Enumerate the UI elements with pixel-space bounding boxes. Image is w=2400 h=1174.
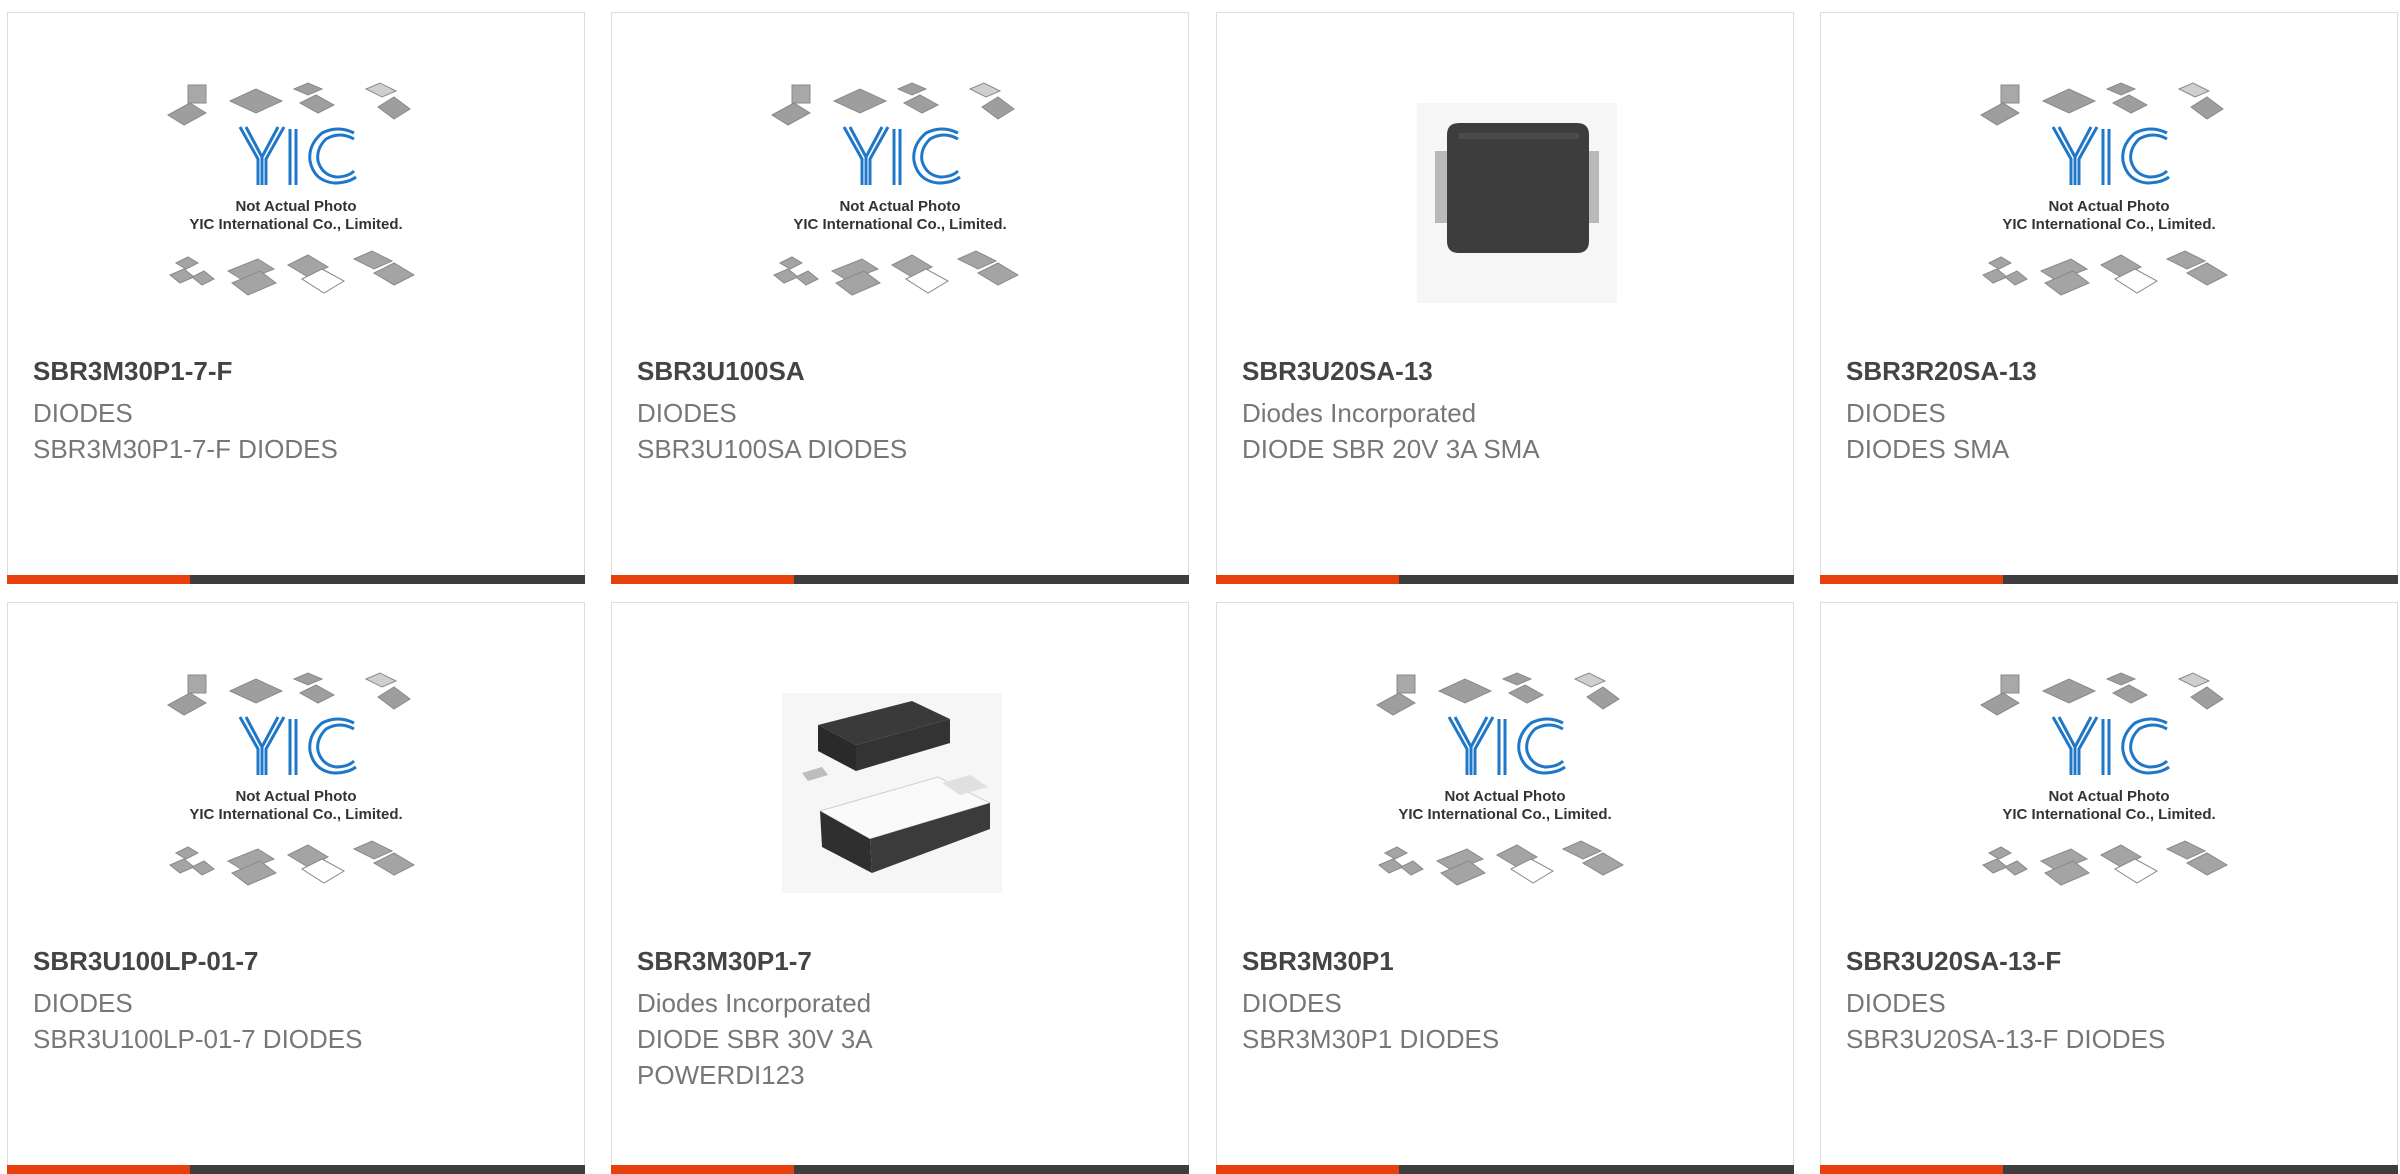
sma-package-icon[interactable] — [1367, 73, 1643, 358]
svg-text:Not Actual Photo: Not Actual Photo — [2048, 198, 2169, 215]
card-footer-bar — [611, 1165, 1189, 1174]
card-accent-strip — [1820, 1165, 2003, 1174]
product-brand: Diodes Incorporated — [637, 988, 872, 1018]
yic-placeholder-icon[interactable]: Not Actual Photo YIC International Co., … — [1367, 663, 1643, 948]
card-footer-bar — [7, 575, 585, 584]
card-footer-bar — [1820, 575, 2398, 584]
card-accent-strip — [1820, 575, 2003, 584]
product-description: SBR3M30P1-7-F DIODES — [33, 434, 338, 464]
product-description: SBR3U100LP-01-7 DIODES — [33, 1024, 363, 1054]
product-description: SBR3U20SA-13-F DIODES — [1846, 1024, 2166, 1054]
svg-text:Not Actual Photo: Not Actual Photo — [235, 788, 356, 805]
svg-text:YIC International Co., Limited: YIC International Co., Limited. — [1398, 806, 1611, 823]
product-card[interactable]: Not Actual Photo YIC International Co., … — [1216, 602, 1794, 1174]
svg-text:Not Actual Photo: Not Actual Photo — [1444, 788, 1565, 805]
card-footer-bar — [1820, 1165, 2398, 1174]
card-footer-bar — [1216, 1165, 1794, 1174]
card-accent-strip — [1216, 1165, 1399, 1174]
svg-text:Not Actual Photo: Not Actual Photo — [235, 198, 356, 215]
product-card[interactable]: Not Actual Photo YIC International Co., … — [611, 12, 1189, 584]
product-card[interactable]: Not Actual Photo YIC International Co., … — [1820, 602, 2398, 1174]
yic-placeholder-icon[interactable]: Not Actual Photo YIC International Co., … — [1971, 663, 2247, 948]
product-brand: DIODES — [1846, 988, 1946, 1018]
powerdi123-package-icon[interactable] — [762, 663, 1038, 948]
product-card[interactable]: Not Actual Photo YIC International Co., … — [1820, 12, 2398, 584]
product-brand: DIODES — [1242, 988, 1342, 1018]
card-accent-strip — [1216, 575, 1399, 584]
svg-text:YIC International Co., Limited: YIC International Co., Limited. — [189, 806, 402, 823]
product-part-number[interactable]: SBR3U100SA — [637, 356, 805, 387]
product-part-number[interactable]: SBR3M30P1-7-F — [33, 356, 232, 387]
product-brand: DIODES — [33, 988, 133, 1018]
card-footer-bar — [611, 575, 1189, 584]
product-card[interactable]: SBR3M30P1-7 Diodes Incorporated DIODE SBR … — [611, 602, 1189, 1174]
product-description: SBR3U100SA DIODES — [637, 434, 908, 464]
product-description: DIODE SBR 30V 3A POWERDI123 — [637, 1024, 872, 1090]
yic-placeholder-icon[interactable]: Not Actual Photo YIC International Co., … — [762, 73, 1038, 358]
yic-placeholder-icon[interactable]: Not Actual Photo YIC International Co., … — [158, 663, 434, 948]
card-accent-strip — [611, 575, 794, 584]
product-part-number[interactable]: SBR3U100LP-01-7 — [33, 946, 258, 977]
card-accent-strip — [7, 575, 190, 584]
product-description: DIODE SBR 20V 3A SMA — [1242, 434, 1540, 464]
product-part-number[interactable]: SBR3M30P1-7 — [637, 946, 812, 977]
product-part-number[interactable]: SBR3M30P1 — [1242, 946, 1394, 977]
svg-text:Not Actual Photo: Not Actual Photo — [839, 198, 960, 215]
yic-placeholder-icon[interactable]: Not Actual Photo YIC International Co., … — [1971, 73, 2247, 358]
svg-text:YIC International Co., Limited: YIC International Co., Limited. — [2002, 806, 2215, 823]
product-card[interactable]: Not Actual Photo YIC International Co., … — [7, 602, 585, 1174]
card-accent-strip — [611, 1165, 794, 1174]
product-brand: Diodes Incorporated — [1242, 398, 1477, 428]
product-brand: DIODES — [1846, 398, 1946, 428]
svg-text:YIC International Co., Limited: YIC International Co., Limited. — [2002, 216, 2215, 233]
product-part-number[interactable]: SBR3U20SA-13-F — [1846, 946, 2061, 977]
product-brand: DIODES — [33, 398, 133, 428]
card-footer-bar — [7, 1165, 585, 1174]
card-accent-strip — [7, 1165, 190, 1174]
yic-placeholder-icon[interactable]: Not Actual Photo YIC International Co., … — [158, 73, 434, 358]
product-card[interactable]: SBR3U20SA-13 Diodes Incorporated DIODE SBR… — [1216, 12, 1794, 584]
product-description: DIODES SMA — [1846, 434, 2010, 464]
svg-text:YIC International Co., Limited: YIC International Co., Limited. — [189, 216, 402, 233]
svg-text:Not Actual Photo: Not Actual Photo — [2048, 788, 2169, 805]
product-brand: DIODES — [637, 398, 737, 428]
product-card[interactable]: Not Actual Photo YIC International Co., … — [7, 12, 585, 584]
product-description: SBR3M30P1 DIODES — [1242, 1024, 1500, 1054]
card-footer-bar — [1216, 575, 1794, 584]
product-part-number[interactable]: SBR3U20SA-13 — [1242, 356, 1433, 387]
product-part-number[interactable]: SBR3R20SA-13 — [1846, 356, 2037, 387]
product-grid: Not Actual Photo YIC International Co., … — [0, 0, 2400, 1174]
svg-text:YIC International Co., Limited: YIC International Co., Limited. — [793, 216, 1006, 233]
